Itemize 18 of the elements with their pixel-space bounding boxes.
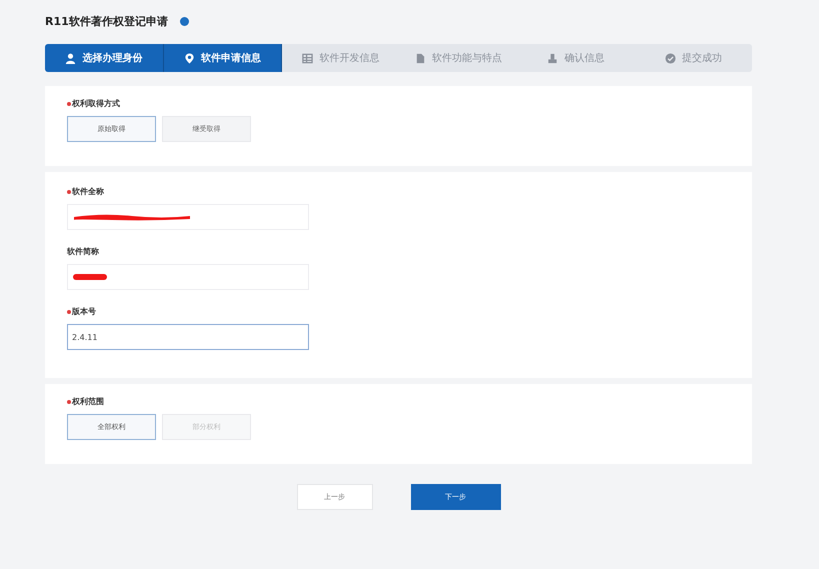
field-label: 软件简称 bbox=[67, 246, 100, 257]
field-label: 版本号 bbox=[67, 306, 730, 317]
document-icon bbox=[414, 52, 426, 64]
step-tab[interactable]: 选择办理身份 bbox=[45, 44, 164, 72]
input-field[interactable]: 2.4.11 bbox=[67, 324, 309, 350]
page-title: R11软件著作权登记申请 bbox=[45, 14, 168, 28]
location-pin-icon bbox=[184, 52, 195, 64]
grid-icon bbox=[302, 52, 314, 64]
person-icon bbox=[65, 52, 76, 64]
check-circle-icon bbox=[664, 52, 676, 64]
field-label: 权利取得方式 bbox=[67, 98, 730, 109]
field-label: 软件全称 bbox=[67, 186, 730, 197]
info-icon[interactable] bbox=[180, 16, 189, 26]
input-field[interactable] bbox=[67, 204, 309, 230]
step-tab[interactable]: 软件申请信息 bbox=[164, 44, 282, 72]
input-field[interactable] bbox=[67, 264, 309, 290]
stamp-icon bbox=[547, 52, 558, 64]
field-label: 权利范围 bbox=[67, 396, 730, 407]
